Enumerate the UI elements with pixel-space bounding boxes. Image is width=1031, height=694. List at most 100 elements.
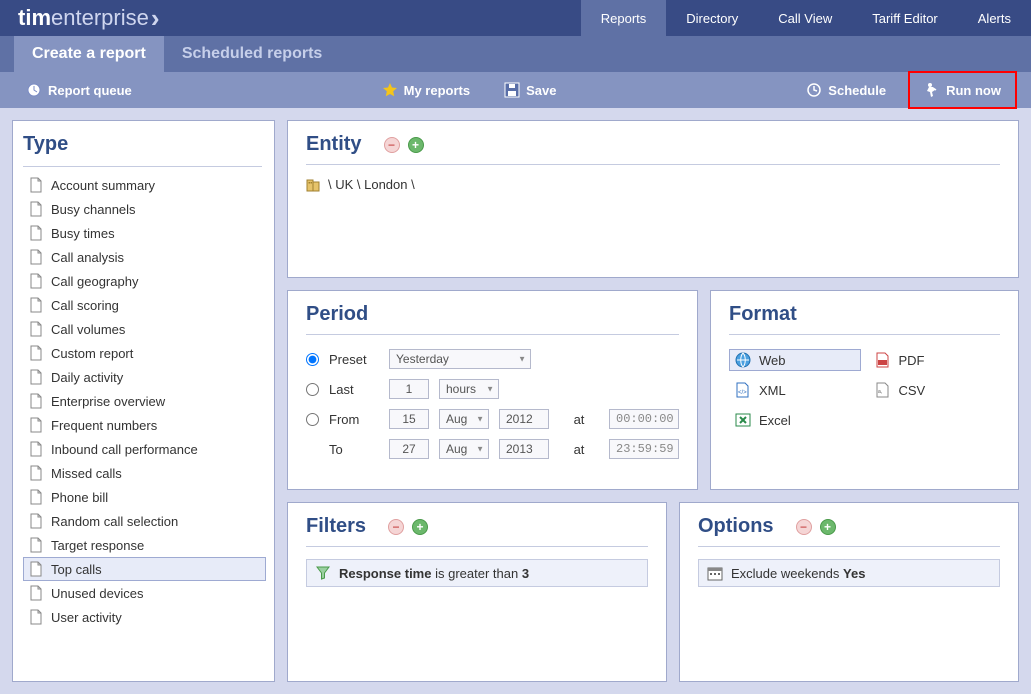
entity-title: Entity (306, 133, 362, 156)
entity-remove-button[interactable]: − (384, 137, 400, 153)
type-item-label: Random call selection (51, 514, 178, 529)
save-label: Save (526, 83, 556, 98)
type-item-call-volumes[interactable]: Call volumes (23, 317, 266, 341)
option-row[interactable]: Exclude weekends Yes (698, 559, 1000, 587)
type-item-random-call-selection[interactable]: Random call selection (23, 509, 266, 533)
type-sidebar: Type Account summary Busy channels Busy ti… (12, 120, 275, 682)
entity-path-text: \ UK \ London \ (328, 177, 415, 192)
from-day-input[interactable]: 15 (389, 409, 429, 429)
format-csv[interactable]: a,CSV (869, 379, 1001, 401)
document-icon (29, 249, 43, 265)
format-label: CSV (899, 383, 926, 398)
run-icon (924, 82, 940, 98)
save-button[interactable]: Save (492, 75, 568, 105)
type-item-busy-times[interactable]: Busy times (23, 221, 266, 245)
type-item-target-response[interactable]: Target response (23, 533, 266, 557)
filter-remove-button[interactable]: − (388, 519, 404, 535)
from-month-select[interactable]: Aug▼ (439, 409, 489, 429)
format-card: Format Web PDF </>XML a,CSV Excel (710, 290, 1019, 490)
type-item-top-calls[interactable]: Top calls (23, 557, 266, 581)
type-item-frequent-numbers[interactable]: Frequent numbers (23, 413, 266, 437)
nav-tariff-editor[interactable]: Tariff Editor (852, 0, 958, 36)
type-list[interactable]: Account summary Busy channels Busy times Ca… (23, 173, 270, 673)
to-month-select[interactable]: Aug▼ (439, 439, 489, 459)
report-queue-button[interactable]: Report queue (14, 75, 144, 105)
filter-add-button[interactable]: + (412, 519, 428, 535)
type-item-call-scoring[interactable]: Call scoring (23, 293, 266, 317)
filter-text: Response time is greater than 3 (339, 566, 529, 581)
report-queue-label: Report queue (48, 83, 132, 98)
type-item-label: Busy channels (51, 202, 136, 217)
last-count-input[interactable]: 1 (389, 379, 429, 399)
type-heading: Type (23, 129, 262, 167)
type-item-custom-report[interactable]: Custom report (23, 341, 266, 365)
format-heading: Format (729, 301, 1000, 335)
to-year-input[interactable]: 2013 (499, 439, 549, 459)
type-item-call-analysis[interactable]: Call analysis (23, 245, 266, 269)
format-label: Excel (759, 413, 791, 428)
main-area: Entity − + \ UK \ London \ Period (287, 120, 1019, 682)
preset-radio[interactable] (306, 353, 319, 366)
type-item-busy-channels[interactable]: Busy channels (23, 197, 266, 221)
type-item-enterprise-overview[interactable]: Enterprise overview (23, 389, 266, 413)
format-xml[interactable]: </>XML (729, 379, 861, 401)
type-item-daily-activity[interactable]: Daily activity (23, 365, 266, 389)
format-pdf[interactable]: PDF (869, 349, 1001, 371)
type-item-phone-bill[interactable]: Phone bill (23, 485, 266, 509)
top-nav: ReportsDirectoryCall ViewTariff EditorAl… (581, 0, 1031, 36)
run-now-highlight: Run now (908, 71, 1017, 109)
type-item-call-geography[interactable]: Call geography (23, 269, 266, 293)
nav-reports[interactable]: Reports (581, 0, 667, 36)
nav-alerts[interactable]: Alerts (958, 0, 1031, 36)
type-item-label: Call geography (51, 274, 138, 289)
my-reports-button[interactable]: My reports (370, 75, 482, 105)
preset-label: Preset (329, 352, 379, 367)
option-remove-button[interactable]: − (796, 519, 812, 535)
last-radio[interactable] (306, 383, 319, 396)
document-icon (29, 225, 43, 241)
nav-directory[interactable]: Directory (666, 0, 758, 36)
building-icon (306, 178, 322, 192)
at-label: at (559, 412, 599, 427)
type-item-user-activity[interactable]: User activity (23, 605, 266, 629)
option-add-button[interactable]: + (820, 519, 836, 535)
clock-icon (806, 82, 822, 98)
type-item-label: Busy times (51, 226, 115, 241)
type-item-missed-calls[interactable]: Missed calls (23, 461, 266, 485)
last-unit-select[interactable]: hours▼ (439, 379, 499, 399)
type-item-inbound-call-performance[interactable]: Inbound call performance (23, 437, 266, 461)
format-excel[interactable]: Excel (729, 409, 861, 431)
nav-call-view[interactable]: Call View (758, 0, 852, 36)
format-web[interactable]: Web (729, 349, 861, 371)
filter-row[interactable]: Response time is greater than 3 (306, 559, 648, 587)
type-item-label: User activity (51, 610, 122, 625)
type-item-unused-devices[interactable]: Unused devices (23, 581, 266, 605)
document-icon (29, 537, 43, 553)
type-item-label: Unused devices (51, 586, 144, 601)
to-day-input[interactable]: 27 (389, 439, 429, 459)
from-time-input[interactable]: 00:00:00 (609, 409, 679, 429)
type-item-account-summary[interactable]: Account summary (23, 173, 266, 197)
tab-scheduled-reports[interactable]: Scheduled reports (164, 36, 340, 72)
options-title: Options (698, 515, 774, 538)
preset-select[interactable]: Yesterday▼ (389, 349, 531, 369)
top-bar: timenterprise› ReportsDirectoryCall View… (0, 0, 1031, 36)
document-icon (29, 609, 43, 625)
document-icon (29, 297, 43, 313)
type-item-label: Daily activity (51, 370, 123, 385)
to-label: To (329, 442, 379, 457)
to-time-input[interactable]: 23:59:59 (609, 439, 679, 459)
schedule-button[interactable]: Schedule (794, 75, 898, 105)
tab-create-a-report[interactable]: Create a report (14, 36, 164, 72)
entity-path[interactable]: \ UK \ London \ (306, 165, 1000, 232)
from-label: From (329, 412, 379, 427)
period-preset-row: Preset Yesterday▼ (306, 349, 679, 369)
floppy-icon (504, 82, 520, 98)
entity-add-button[interactable]: + (408, 137, 424, 153)
star-icon (382, 82, 398, 98)
run-now-button[interactable]: Run now (912, 75, 1013, 105)
at-label-2: at (559, 442, 599, 457)
from-year-input[interactable]: 2012 (499, 409, 549, 429)
from-radio[interactable] (306, 413, 319, 426)
period-last-row: Last 1 hours▼ (306, 379, 679, 399)
